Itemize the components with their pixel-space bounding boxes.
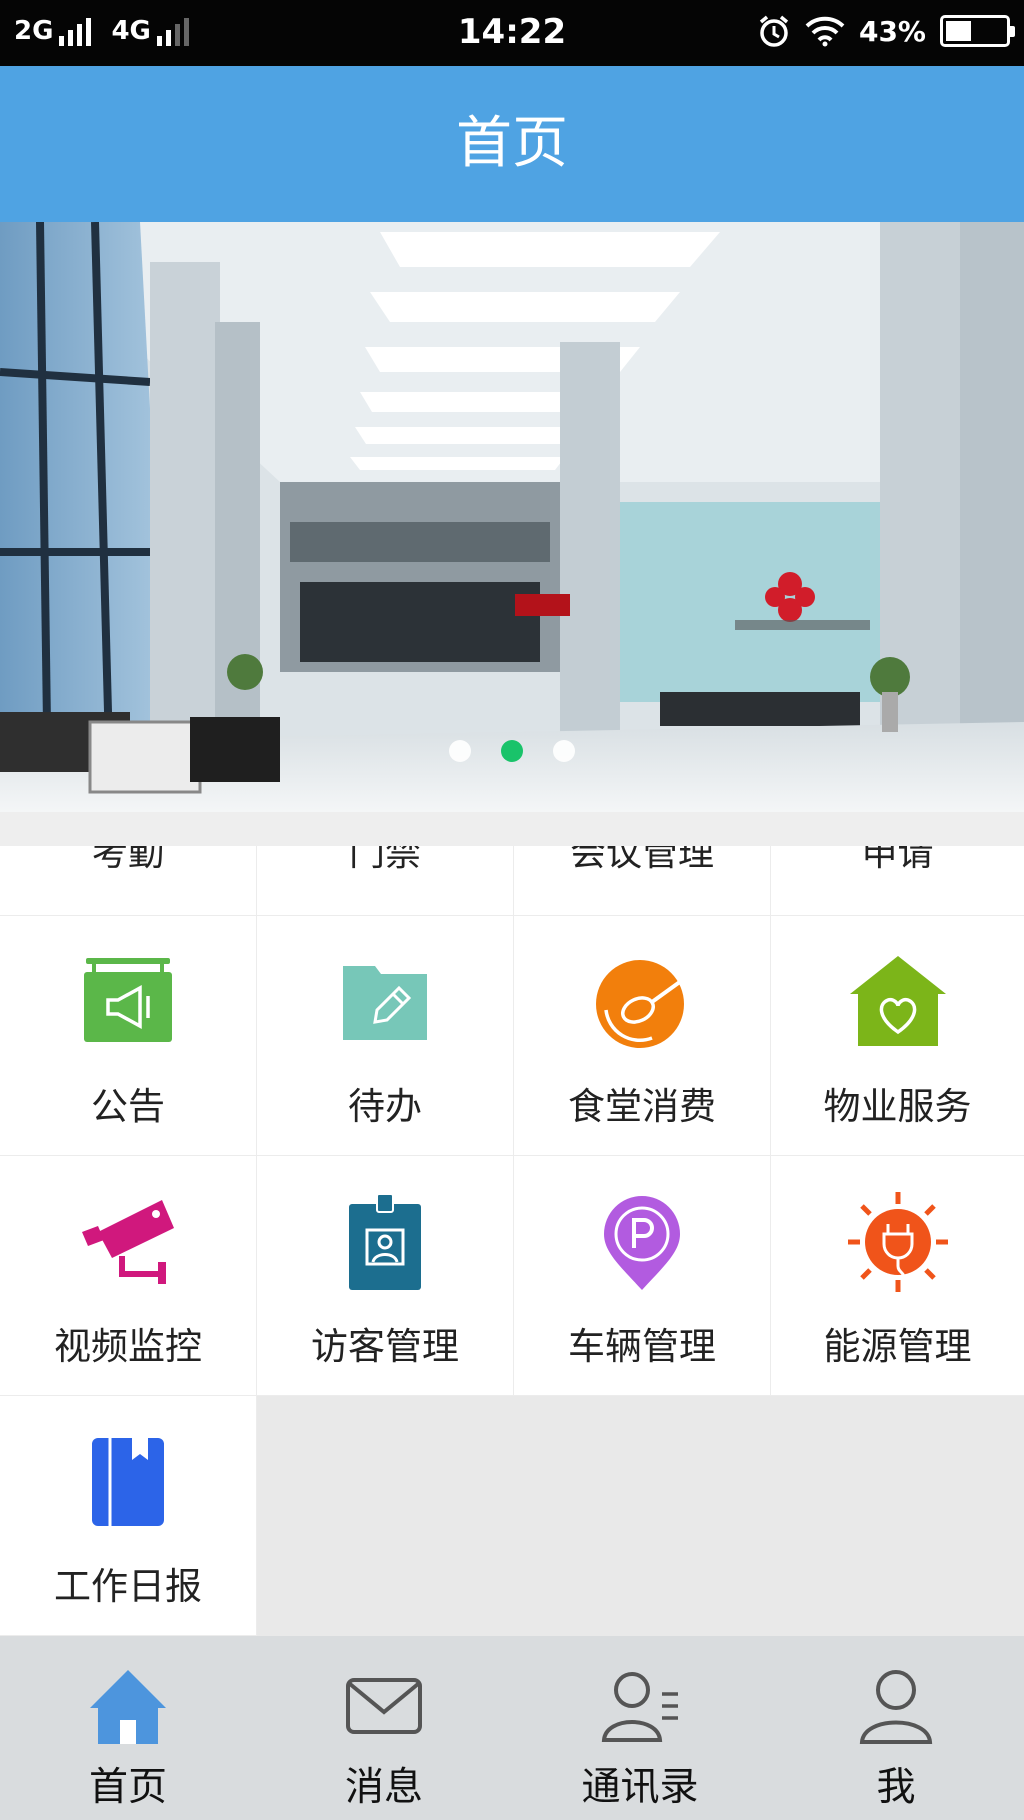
battery-icon	[940, 15, 1015, 47]
grid-item-energy[interactable]: 能源管理	[771, 1156, 1024, 1396]
function-grid: 考勤 门禁 会议管理 申请 公告 待办 食堂消费 物业服务 视频监控 访客管理 …	[0, 846, 1024, 1636]
battery-fill	[946, 21, 971, 41]
grid-item-label: 工作日报	[54, 1565, 202, 1608]
cctv-camera-icon	[82, 1200, 174, 1284]
grid-row-partial: 考勤 门禁 会议管理 申请	[0, 846, 1024, 916]
grid-item-label: 待办	[348, 1085, 422, 1128]
grid-item-visitor[interactable]: 访客管理	[257, 1156, 514, 1396]
grid-item-label: 视频监控	[54, 1325, 202, 1368]
grid-row-2: 视频监控 访客管理 车辆管理 能源管理	[0, 1156, 1024, 1396]
todo-folder-icon	[343, 966, 427, 1040]
grid-item-label: 车辆管理	[568, 1325, 716, 1368]
grid-item-todo[interactable]: 待办	[257, 916, 514, 1156]
grid-empty-space	[257, 1396, 1024, 1636]
grid-item-meeting[interactable]: 会议管理	[514, 846, 771, 916]
home-icon	[90, 1670, 166, 1744]
grid-item-access-control[interactable]: 门禁	[257, 846, 514, 916]
grid-item-canteen[interactable]: 食堂消费	[514, 916, 771, 1156]
banner-image	[0, 222, 1024, 812]
alarm-icon	[759, 15, 789, 47]
daily-report-book-icon	[92, 1438, 164, 1526]
grid-row-3: 工作日报	[0, 1396, 1024, 1636]
grid-row-1: 公告 待办 食堂消费 物业服务	[0, 916, 1024, 1156]
tab-label: 首页	[88, 1765, 167, 1810]
grid-item-label: 考勤	[91, 846, 164, 874]
grid-item-label: 门禁	[348, 846, 421, 874]
grid-item-attendance[interactable]: 考勤	[0, 846, 257, 916]
carousel-dot-2[interactable]	[501, 740, 523, 762]
status-bar: 2G 4G 14:22 43%	[0, 0, 1024, 66]
energy-plug-icon	[847, 1192, 948, 1292]
parking-pin-icon	[604, 1196, 680, 1290]
tab-label: 消息	[344, 1765, 423, 1810]
user-icon	[859, 1670, 933, 1744]
grid-item-application[interactable]: 申请	[771, 846, 1024, 916]
banner-carousel[interactable]	[0, 222, 1024, 812]
property-house-icon	[849, 956, 946, 1046]
battery-percent: 43%	[858, 14, 926, 48]
grid-item-label: 会议管理	[569, 846, 714, 874]
grid-item-announcement[interactable]: 公告	[0, 916, 257, 1156]
tab-label: 通讯录	[581, 1765, 699, 1810]
bottom-navigation: 首页 消息 通讯录 我	[0, 1636, 1024, 1820]
tab-messages[interactable]: 消息	[256, 1636, 512, 1820]
grid-item-vehicle[interactable]: 车辆管理	[514, 1156, 771, 1396]
grid-item-label: 能源管理	[823, 1325, 972, 1368]
grid-item-video-surveillance[interactable]: 视频监控	[0, 1156, 257, 1396]
page-title: 首页	[0, 66, 1024, 222]
grid-item-property-service[interactable]: 物业服务	[771, 916, 1024, 1156]
system-indicators: 43%	[757, 14, 1015, 48]
divider	[0, 812, 1024, 846]
carousel-dot-1[interactable]	[449, 740, 471, 762]
tab-home[interactable]: 首页	[0, 1636, 256, 1820]
carousel-indicators	[0, 740, 1024, 762]
grid-item-label: 公告	[91, 1085, 165, 1128]
carousel-dot-3[interactable]	[553, 740, 575, 762]
grid-item-label: 物业服务	[823, 1085, 972, 1128]
grid-item-daily-report[interactable]: 工作日报	[0, 1396, 257, 1636]
tab-me[interactable]: 我	[768, 1636, 1024, 1820]
visitor-badge-icon	[349, 1193, 421, 1290]
contacts-icon	[601, 1672, 678, 1742]
announcement-icon	[84, 958, 172, 1042]
envelope-icon	[346, 1678, 422, 1734]
tab-label: 我	[876, 1765, 916, 1810]
tab-contacts[interactable]: 通讯录	[512, 1636, 768, 1820]
grid-item-label: 食堂消费	[568, 1085, 716, 1128]
canteen-spoon-icon	[596, 960, 690, 1048]
wifi-icon	[805, 16, 845, 47]
grid-item-label: 访客管理	[311, 1325, 459, 1368]
grid-item-label: 申请	[861, 846, 934, 874]
